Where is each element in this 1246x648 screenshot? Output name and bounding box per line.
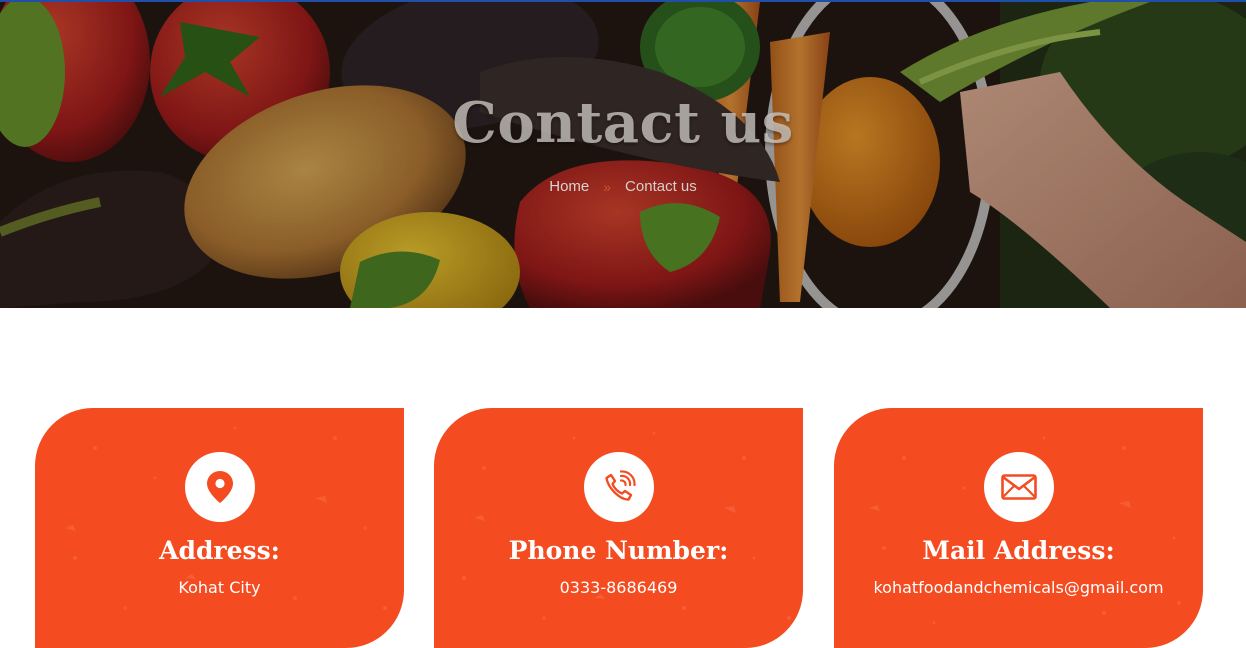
phone-title: Phone Number: <box>508 536 729 565</box>
page-title: Contact us <box>452 90 794 156</box>
address-card: Address: Kohat City <box>35 408 404 648</box>
address-icon-circle <box>184 452 255 522</box>
mail-value[interactable]: kohatfoodandchemicals@gmail.com <box>834 578 1203 597</box>
mail-icon <box>1000 474 1037 500</box>
hero-banner: Contact us Home » Contact us <box>0 2 1246 308</box>
card-texture <box>462 431 791 620</box>
address-title: Address: <box>159 536 280 565</box>
phone-card: Phone Number: 0333-8686469 <box>434 408 803 648</box>
card-texture <box>869 436 1181 625</box>
breadcrumb-current: Contact us <box>625 178 697 195</box>
mail-icon-circle <box>983 452 1054 522</box>
phone-value[interactable]: 0333-8686469 <box>434 578 803 597</box>
map-pin-icon <box>206 471 233 503</box>
contact-info-cards: Address: Kohat City Phone Number: 0333-8… <box>35 408 1205 648</box>
breadcrumb-home-link[interactable]: Home <box>549 178 589 195</box>
card-texture <box>65 426 387 610</box>
mail-card: Mail Address: kohatfoodandchemicals@gmai… <box>834 408 1203 648</box>
breadcrumb: Home » Contact us <box>0 178 1246 195</box>
phone-call-icon <box>604 470 636 501</box>
mail-title: Mail Address: <box>922 536 1115 565</box>
address-value: Kohat City <box>178 578 261 597</box>
phone-icon-circle <box>583 452 654 522</box>
breadcrumb-separator-icon: » <box>603 178 612 195</box>
